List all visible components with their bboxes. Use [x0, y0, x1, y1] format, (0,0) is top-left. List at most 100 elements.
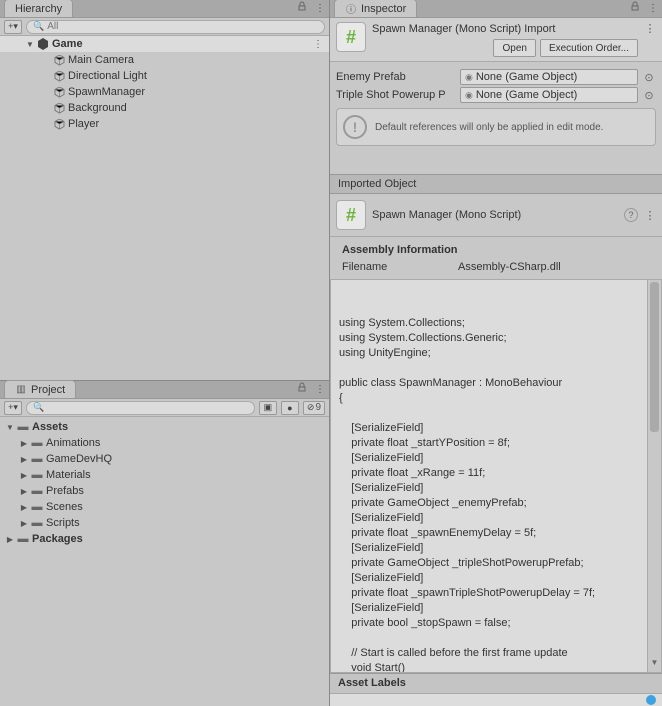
project-folder-row[interactable]: ▶▬Animations	[0, 435, 329, 451]
assembly-info-section: Assembly Information Filename Assembly-C…	[330, 237, 662, 279]
inspector-panel: ⓘ Inspector ⋮ # Spawn Manager (Mono Scri…	[330, 0, 662, 706]
assembly-file-value: Assembly-CSharp.dll	[458, 261, 561, 273]
create-button[interactable]: +▾	[4, 20, 22, 34]
hierarchy-tab[interactable]: Hierarchy	[4, 0, 73, 17]
default-references: Enemy Prefab◉None (Game Object)⊙Triple S…	[330, 62, 662, 104]
folder-label: Materials	[46, 469, 91, 481]
hierarchy-item[interactable]: Background	[0, 100, 329, 116]
hierarchy-item[interactable]: Player	[0, 116, 329, 132]
gameobject-icon	[52, 87, 66, 98]
expand-arrow-icon[interactable]: ▶	[18, 439, 30, 448]
folder-icon: ▬	[30, 437, 44, 449]
project-search-input[interactable]	[47, 402, 248, 413]
gameobject-icon	[52, 55, 66, 66]
project-tab[interactable]: ▥ Project	[4, 380, 76, 398]
help-icon[interactable]: ?	[624, 208, 638, 222]
project-tab-label: Project	[31, 384, 65, 396]
folder-icon: ▬	[30, 469, 44, 481]
expand-arrow-icon[interactable]: ▶	[18, 487, 30, 496]
project-panel: ▥ Project ⋮ +▾ 🔍 ▣ ● ⊘9	[0, 380, 329, 706]
component-menu-icon[interactable]: ⋮	[644, 22, 656, 35]
refresh-icon[interactable]	[646, 695, 656, 705]
scroll-thumb[interactable]	[650, 282, 659, 432]
scroll-down-icon[interactable]: ▼	[648, 655, 661, 670]
panel-menu-icon[interactable]: ⋮	[648, 0, 658, 18]
project-folder-row[interactable]: ▶▬Scenes	[0, 499, 329, 515]
object-field[interactable]: ◉None (Game Object)	[460, 87, 638, 103]
hierarchy-search[interactable]: 🔍	[26, 20, 325, 34]
project-folder-row[interactable]: ▶▬Prefabs	[0, 483, 329, 499]
project-folder-row[interactable]: ▶▬Materials	[0, 467, 329, 483]
row-menu-icon[interactable]: ⋮	[313, 39, 323, 50]
assets-label: Assets	[32, 421, 68, 433]
hidden-packages-button[interactable]: ⊘9	[303, 401, 325, 415]
folder-label: GameDevHQ	[46, 453, 112, 465]
hierarchy-tree[interactable]: ▼ Game ⋮ Main Camera Directional LightSpa…	[0, 36, 329, 380]
inspector-tab-label: Inspector	[361, 3, 406, 15]
code-preview[interactable]: using System.Collections; using System.C…	[330, 279, 662, 673]
expand-arrow-icon[interactable]: ▶	[18, 471, 30, 480]
hierarchy-item[interactable]: Main Camera	[0, 52, 329, 68]
lock-icon[interactable]	[297, 0, 307, 18]
folder-label: Scenes	[46, 501, 83, 513]
project-tree[interactable]: ▼ ▬ Assets ▶▬Animations▶▬GameDevHQ▶▬Mate…	[0, 417, 329, 706]
search-by-label-button[interactable]: ●	[281, 401, 299, 415]
search-by-type-button[interactable]: ▣	[259, 401, 277, 415]
hierarchy-toolbar: +▾ 🔍	[0, 18, 329, 36]
project-folders: ▶▬Animations▶▬GameDevHQ▶▬Materials▶▬Pref…	[0, 435, 329, 531]
folder-icon: ▬	[16, 421, 30, 433]
left-column: Hierarchy ⋮ +▾ 🔍 ▼ Game ⋮	[0, 0, 330, 706]
open-button[interactable]: Open	[493, 39, 535, 57]
lock-icon[interactable]	[297, 381, 307, 399]
expand-arrow-icon[interactable]: ▼	[24, 40, 36, 49]
folder-icon: ▬	[30, 453, 44, 465]
script-name: Spawn Manager (Mono Script) Import	[372, 22, 638, 35]
panel-menu-icon[interactable]: ⋮	[315, 0, 325, 18]
hierarchy-search-input[interactable]	[47, 21, 318, 32]
panel-menu-icon[interactable]: ⋮	[315, 381, 325, 399]
object-field[interactable]: ◉None (Game Object)	[460, 69, 638, 85]
object-field-value: None (Game Object)	[476, 89, 577, 101]
expand-arrow-icon[interactable]: ▶	[18, 455, 30, 464]
create-button[interactable]: +▾	[4, 401, 22, 415]
folder-icon: ▬	[30, 501, 44, 513]
hierarchy-item-label: Main Camera	[68, 54, 134, 66]
lock-icon[interactable]	[630, 0, 640, 18]
expand-arrow-icon[interactable]: ▶	[18, 519, 30, 528]
scrollbar[interactable]: ▼	[647, 280, 661, 672]
project-tab-bar: ▥ Project ⋮	[0, 381, 329, 399]
execution-order-button[interactable]: Execution Order...	[540, 39, 638, 57]
folder-label: Scripts	[46, 517, 80, 529]
expand-arrow-icon[interactable]: ▶	[4, 535, 16, 544]
hidden-count: 9	[315, 402, 321, 413]
asset-labels-header[interactable]: Asset Labels	[330, 673, 662, 693]
hierarchy-scene-row[interactable]: ▼ Game ⋮	[0, 36, 329, 52]
project-packages-row[interactable]: ▶ ▬ Packages	[0, 531, 329, 547]
code-text: using System.Collections; using System.C…	[339, 316, 653, 673]
inspector-tab-bar: ⓘ Inspector ⋮	[330, 0, 662, 18]
hierarchy-item[interactable]: SpawnManager	[0, 84, 329, 100]
project-search[interactable]: 🔍	[26, 401, 255, 415]
script-icon: #	[336, 22, 366, 52]
property-row: Triple Shot Powerup P◉None (Game Object)…	[330, 86, 662, 104]
info-box: ! Default references will only be applie…	[336, 108, 656, 146]
project-folder-row[interactable]: ▶▬GameDevHQ	[0, 451, 329, 467]
object-picker-icon[interactable]: ⊙	[642, 70, 656, 84]
expand-arrow-icon[interactable]: ▶	[18, 503, 30, 512]
packages-label: Packages	[32, 533, 83, 545]
assembly-filename-row: Filename Assembly-CSharp.dll	[330, 259, 662, 275]
project-tab-controls: ⋮	[297, 381, 325, 399]
imported-object-row: # Spawn Manager (Mono Script) ? ⋮	[330, 194, 662, 237]
hidden-icon: ⊘	[307, 402, 315, 413]
object-picker-icon[interactable]: ⊙	[642, 88, 656, 102]
project-folder-row[interactable]: ▶▬Scripts	[0, 515, 329, 531]
expand-arrow-icon[interactable]: ▼	[4, 423, 16, 432]
app-root: Hierarchy ⋮ +▾ 🔍 ▼ Game ⋮	[0, 0, 662, 706]
inspector-tab[interactable]: ⓘ Inspector	[334, 0, 417, 17]
hierarchy-item[interactable]: Directional Light	[0, 68, 329, 84]
component-menu-icon[interactable]: ⋮	[644, 209, 656, 222]
info-text: Default references will only be applied …	[375, 122, 603, 133]
folder-icon: ▬	[16, 533, 30, 545]
project-assets-row[interactable]: ▼ ▬ Assets	[0, 419, 329, 435]
property-label: Enemy Prefab	[336, 71, 456, 83]
